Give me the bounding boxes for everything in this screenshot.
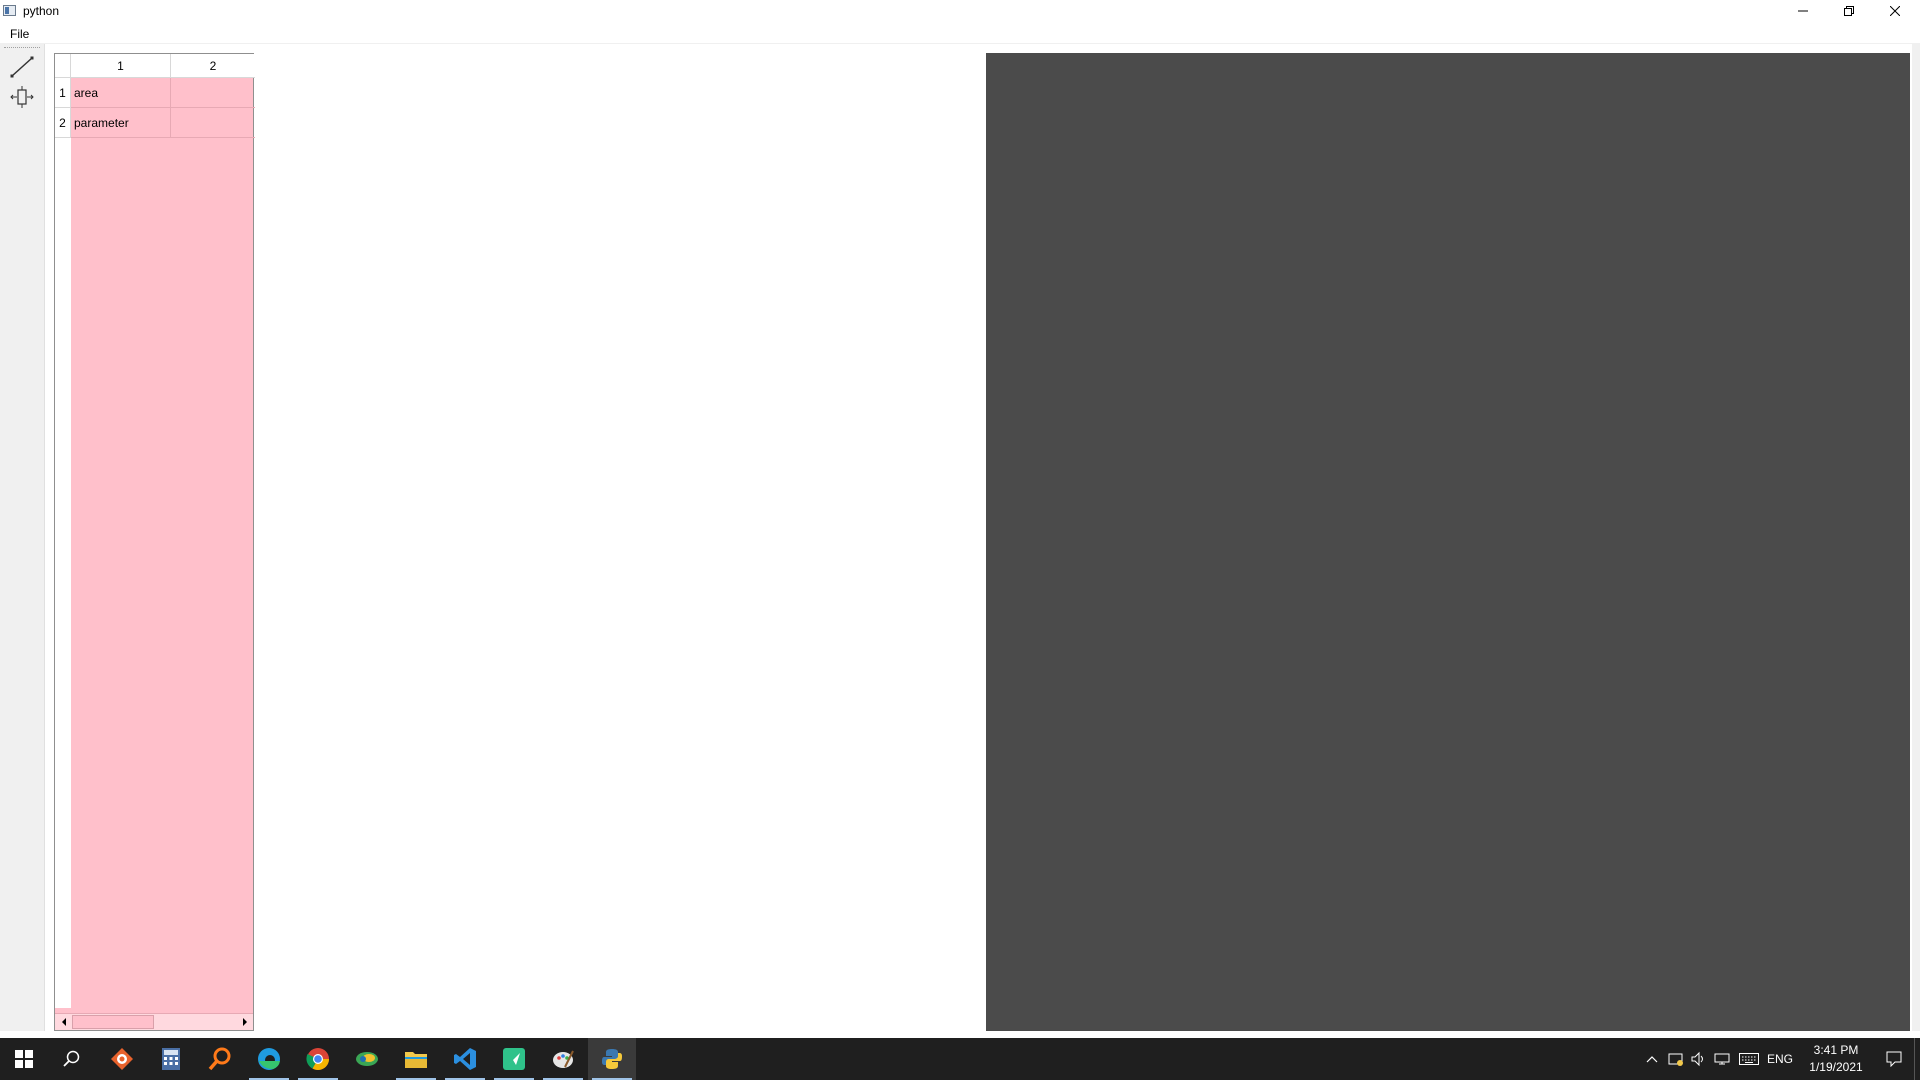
notification-icon — [1886, 1051, 1902, 1067]
vscode-icon — [454, 1048, 476, 1070]
table-corner-button[interactable] — [55, 54, 71, 78]
clock-date: 1/19/2021 — [1809, 1060, 1863, 1074]
taskbar-chrome[interactable] — [294, 1038, 342, 1080]
move-tool-button[interactable] — [8, 84, 36, 110]
taskbar-vscode[interactable] — [441, 1038, 489, 1080]
taskbar-edge[interactable] — [245, 1038, 293, 1080]
toolbar-grip[interactable] — [4, 47, 40, 49]
scrollbar-thumb[interactable] — [72, 1015, 154, 1029]
menu-bar: File — [0, 24, 1920, 44]
window-right-edge — [1912, 44, 1920, 1038]
taskbar-file-explorer[interactable] — [392, 1038, 440, 1080]
line-tool-icon — [10, 56, 34, 78]
security-icon — [1668, 1053, 1683, 1066]
move-tool-icon — [10, 86, 34, 108]
line-tool-button[interactable] — [8, 54, 36, 80]
action-center-button[interactable] — [1876, 1038, 1912, 1080]
taskbar-paint[interactable] — [539, 1038, 587, 1080]
app-teal-icon — [503, 1048, 525, 1070]
title-bar[interactable]: python — [0, 0, 1920, 24]
volume-icon — [1691, 1051, 1703, 1067]
window-title: python — [23, 4, 60, 18]
table-cell[interactable] — [171, 108, 255, 138]
table-cell[interactable] — [171, 78, 255, 108]
data-table[interactable]: 1 2 1 2 area parameter — [54, 53, 255, 1031]
tray-keyboard[interactable] — [1736, 1038, 1762, 1080]
search-icon — [63, 1050, 80, 1067]
show-desktop-button[interactable] — [1914, 1038, 1920, 1080]
scroll-right-arrow-icon — [242, 1018, 247, 1026]
keyboard-icon — [1739, 1053, 1759, 1065]
search-button[interactable] — [48, 1038, 96, 1080]
chrome-icon — [306, 1048, 329, 1070]
start-button[interactable] — [0, 1038, 48, 1080]
paint-icon — [553, 1050, 574, 1068]
table-cell[interactable]: area — [71, 78, 171, 108]
window-bottom-edge — [0, 1031, 1920, 1038]
app-window-icon — [3, 5, 16, 16]
close-button[interactable] — [1872, 0, 1918, 22]
row-header-2[interactable]: 2 — [55, 108, 71, 138]
taskbar-app-teal[interactable] — [490, 1038, 538, 1080]
restore-button[interactable] — [1826, 0, 1872, 22]
clock-time: 3:41 PM — [1813, 1043, 1859, 1057]
minimize-icon — [1798, 10, 1808, 12]
restore-icon — [1844, 6, 1854, 16]
taskbar-calculator[interactable] — [147, 1038, 195, 1080]
column-header-2[interactable]: 2 — [171, 54, 255, 78]
close-icon — [1890, 6, 1900, 16]
left-toolbar — [0, 44, 45, 1038]
horizontal-scrollbar[interactable] — [55, 1013, 253, 1030]
column-header-1[interactable]: 1 — [71, 54, 171, 78]
graphics-canvas[interactable] — [986, 53, 1910, 1031]
calculator-icon — [162, 1048, 180, 1070]
edge-icon — [258, 1048, 280, 1070]
python-icon — [602, 1049, 622, 1069]
taskbar-magnifier[interactable] — [196, 1038, 244, 1080]
tray-security[interactable] — [1664, 1038, 1688, 1080]
tray-network[interactable] — [1710, 1038, 1734, 1080]
row-header-area — [55, 138, 71, 1008]
tray-volume[interactable] — [1688, 1038, 1708, 1080]
start-icon — [15, 1050, 33, 1068]
network-icon — [1714, 1053, 1730, 1065]
chevron-up-icon — [1646, 1056, 1658, 1063]
scroll-right-button[interactable] — [236, 1014, 253, 1030]
taskbar: ENG 3:41 PM 1/19/2021 — [0, 1038, 1920, 1080]
scroll-left-arrow-icon — [61, 1018, 66, 1026]
app-orange-icon — [111, 1048, 133, 1070]
app-green-icon — [356, 1052, 378, 1066]
table-cell[interactable]: parameter — [71, 108, 171, 138]
tray-language[interactable]: ENG — [1764, 1038, 1796, 1080]
scroll-left-button[interactable] — [55, 1014, 72, 1030]
tray-overflow-button[interactable] — [1640, 1038, 1664, 1080]
minimize-button[interactable] — [1780, 0, 1826, 22]
taskbar-app-green[interactable] — [343, 1038, 391, 1080]
taskbar-app-orange[interactable] — [98, 1038, 146, 1080]
menu-file[interactable]: File — [8, 26, 31, 42]
file-explorer-icon — [405, 1052, 427, 1068]
row-header-1[interactable]: 1 — [55, 78, 71, 108]
magnifier-icon — [208, 1047, 231, 1071]
taskbar-python[interactable] — [588, 1038, 636, 1080]
tray-clock[interactable]: 3:41 PM 1/19/2021 — [1796, 1042, 1876, 1076]
